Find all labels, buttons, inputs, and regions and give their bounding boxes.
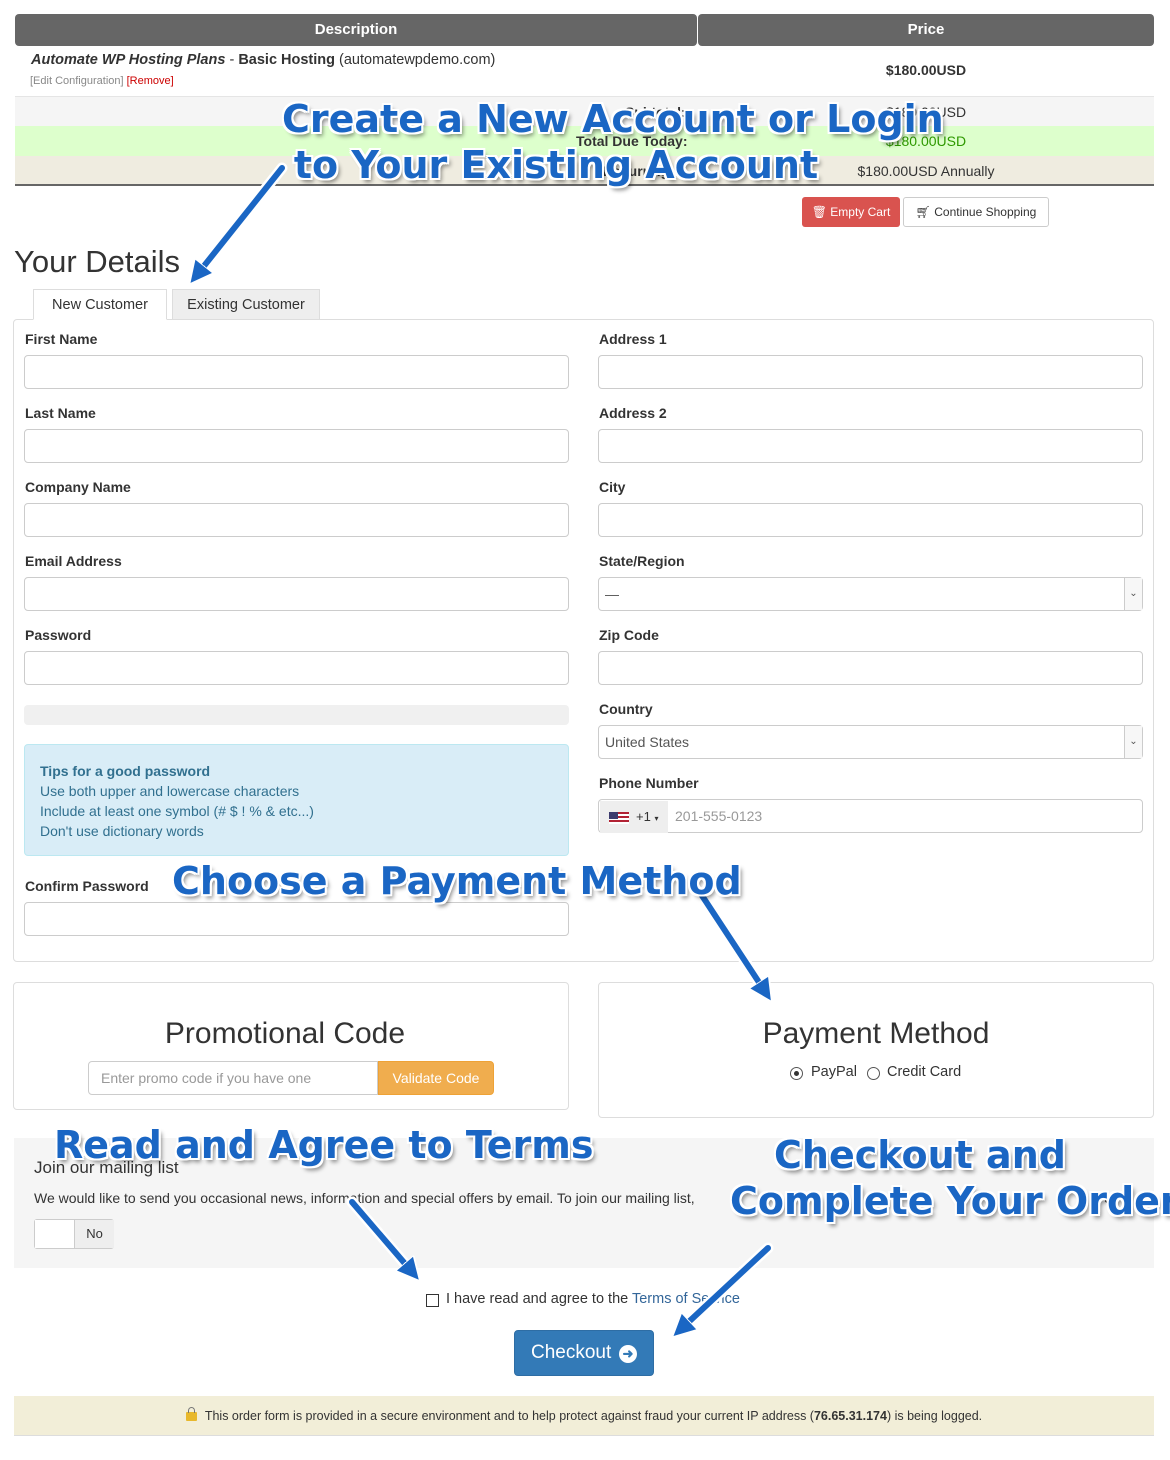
shopping-cart-icon: 🛒︎	[915, 205, 931, 219]
remove-item-link[interactable]: [Remove]	[127, 75, 174, 87]
chevron-down-icon: ⌄	[1124, 726, 1142, 758]
zip-code-input[interactable]	[598, 651, 1143, 685]
terms-text: I have read and agree to the Terms of Se…	[446, 1291, 740, 1307]
last-name-label: Last Name	[25, 405, 96, 421]
mailing-list-text: We would like to send you occasional new…	[34, 1190, 695, 1206]
empty-cart-button[interactable]: 🗑︎ Empty Cart	[802, 197, 900, 227]
payment-method-panel: Payment Method	[598, 982, 1154, 1118]
credit-card-label[interactable]: Credit Card	[887, 1064, 961, 1080]
address1-input[interactable]	[598, 355, 1143, 389]
zip-code-label: Zip Code	[599, 627, 659, 643]
country-value: United States	[605, 734, 690, 750]
lock-icon	[185, 1407, 197, 1421]
email-address-input[interactable]	[24, 577, 569, 611]
arrow-circle-right-icon: ➜	[619, 1345, 637, 1363]
password-tips-box: Tips for a good password Use both upper …	[24, 744, 569, 856]
state-region-value: —	[605, 586, 619, 602]
terms-checkbox[interactable]	[426, 1294, 439, 1307]
payment-method-heading: Payment Method	[762, 1017, 990, 1050]
continue-shopping-button[interactable]: 🛒︎ Continue Shopping	[903, 197, 1049, 227]
product-domain: (automatewpdemo.com)	[339, 52, 496, 68]
city-label: City	[599, 479, 626, 495]
password-input[interactable]	[24, 651, 569, 685]
mailing-list-toggle[interactable]: No	[34, 1219, 114, 1249]
validate-code-button[interactable]: Validate Code	[378, 1061, 494, 1095]
password-tip: Use both upper and lowercase characters	[40, 783, 300, 799]
your-details-heading: Your Details	[14, 244, 181, 279]
checkout-label: Checkout	[531, 1342, 612, 1363]
first-name-label: First Name	[25, 331, 98, 347]
country-label: Country	[599, 701, 653, 717]
city-input[interactable]	[598, 503, 1143, 537]
cart-item-title: Automate WP Hosting Plans - Basic Hostin…	[31, 52, 495, 68]
cart-item-price: $180.00USD	[885, 62, 967, 78]
promo-code-input[interactable]: Enter promo code if you have one	[88, 1061, 378, 1095]
paypal-radio[interactable]	[790, 1067, 803, 1080]
edit-configuration-link[interactable]: [Edit Configuration]	[30, 75, 124, 87]
password-tips-title: Tips for a good password	[40, 763, 211, 779]
cart-item-row: Automate WP Hosting Plans - Basic Hostin…	[15, 46, 1154, 96]
phone-placeholder: 201-555-0123	[675, 808, 763, 824]
state-region-label: State/Region	[599, 553, 685, 569]
trash-icon: 🗑︎	[811, 205, 827, 219]
phone-number-input[interactable]: +1 ▾ 201-555-0123	[598, 799, 1143, 833]
product-group: Automate WP Hosting Plans	[31, 52, 226, 68]
toggle-knob	[35, 1220, 75, 1248]
annotation-account: Create a New Account or Login to Your Ex…	[282, 97, 944, 188]
state-region-select[interactable]: — ⌄	[598, 577, 1143, 611]
product-separator: -	[225, 52, 239, 68]
promo-code-heading: Promotional Code	[164, 1017, 406, 1050]
company-name-label: Company Name	[25, 479, 131, 495]
tab-existing-customer[interactable]: Existing Customer	[172, 289, 320, 320]
chevron-down-icon: ⌄	[1124, 578, 1142, 610]
address2-label: Address 2	[599, 405, 667, 421]
product-name: Basic Hosting	[238, 52, 335, 68]
checkout-button[interactable]: Checkout ➜	[514, 1330, 654, 1376]
last-name-input[interactable]	[24, 429, 569, 463]
secure-environment-notice: This order form is provided in a secure …	[14, 1396, 1154, 1436]
password-tip: Don't use dictionary words	[40, 823, 204, 839]
description-column-header: Description	[15, 14, 697, 46]
password-tip: Include at least one symbol (# $ ! % & e…	[40, 803, 314, 819]
company-name-input[interactable]	[24, 503, 569, 537]
email-address-label: Email Address	[25, 553, 122, 569]
first-name-input[interactable]	[24, 355, 569, 389]
price-column-header: Price	[698, 14, 1154, 46]
ip-address: 76.65.31.174	[813, 1409, 887, 1423]
password-strength-meter	[24, 705, 569, 725]
terms-of-service-link[interactable]: Terms of Service	[632, 1291, 740, 1307]
us-flag-icon	[609, 812, 629, 824]
country-dial-selector[interactable]: +1 ▾	[600, 801, 668, 833]
phone-number-label: Phone Number	[599, 775, 699, 791]
empty-cart-label: Empty Cart	[830, 205, 891, 219]
annotation-terms: Read and Agree to Terms	[54, 1123, 594, 1167]
tab-new-customer[interactable]: New Customer	[33, 289, 167, 320]
annotation-checkout: Checkout and Complete Your Order	[730, 1133, 1170, 1224]
confirm-password-input[interactable]	[24, 902, 569, 936]
annotation-payment: Choose a Payment Method	[172, 859, 742, 903]
address2-input[interactable]	[598, 429, 1143, 463]
credit-card-radio[interactable]	[867, 1067, 880, 1080]
confirm-password-label: Confirm Password	[25, 878, 149, 894]
dial-code: +1 ▾	[636, 809, 659, 824]
address1-label: Address 1	[599, 331, 667, 347]
toggle-state-label: No	[75, 1220, 114, 1248]
password-label: Password	[25, 627, 92, 643]
continue-shopping-label: Continue Shopping	[934, 205, 1037, 219]
country-select[interactable]: United States ⌄	[598, 725, 1143, 759]
paypal-label[interactable]: PayPal	[811, 1064, 857, 1080]
